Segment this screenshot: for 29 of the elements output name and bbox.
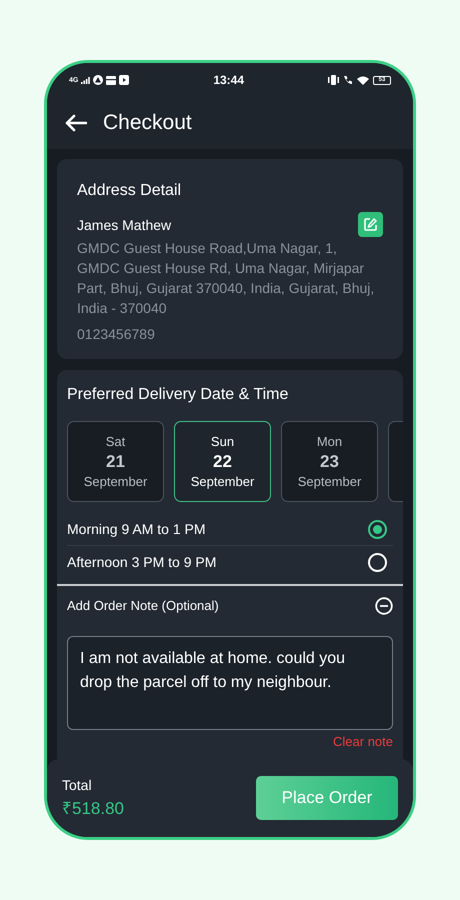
play-icon [119, 75, 130, 85]
note-title: Add Order Note (Optional) [67, 597, 219, 616]
time-slot-label[interactable]: Afternoon 3 PM to 9 PM [67, 552, 216, 572]
date-card[interactable]: Sat 21 September [67, 421, 164, 502]
phone-icon [342, 75, 353, 85]
edit-button[interactable] [358, 212, 383, 237]
page-title: Checkout [103, 110, 192, 136]
vibrate-icon [328, 75, 339, 85]
back-arrow-icon[interactable] [65, 114, 87, 132]
customer-name: James Mathew [77, 216, 172, 235]
date-card[interactable]: Mon 23 September [281, 421, 378, 502]
triangle-icon [93, 75, 104, 85]
note-field[interactable]: I am not available at home. could you drop the parcel off to my neighbour. [67, 636, 393, 730]
card-icon [106, 76, 116, 84]
wifi-icon [356, 76, 369, 84]
edit-icon [363, 217, 378, 232]
time-slot-label[interactable]: Morning 9 AM to 1 PM [67, 519, 206, 540]
clock-time: 13:44 [213, 72, 244, 89]
total-amount: ₹518.80 [62, 798, 124, 820]
clear-note-link[interactable]: Clear note [333, 732, 393, 752]
collapse-icon[interactable] [375, 597, 393, 615]
signal-icon [81, 76, 90, 84]
address-text: GMDC Guest House Road,Uma Nagar, 1, GMDC Guest House Rd, Uma Nagar, Mirjapar Part, Bhuj, Gujarat 370040, India, Gujarat, Bhuj, India - 370040 [77, 239, 376, 318]
section-title: Address Detail [77, 181, 182, 201]
date-card[interactable]: Sun 22 September [174, 421, 271, 502]
section-title: Preferred Delivery Date & Time [66, 385, 290, 405]
phone-number: 0123456789 [77, 325, 156, 344]
radio-button[interactable] [368, 520, 387, 539]
total-label: Total [62, 776, 93, 795]
